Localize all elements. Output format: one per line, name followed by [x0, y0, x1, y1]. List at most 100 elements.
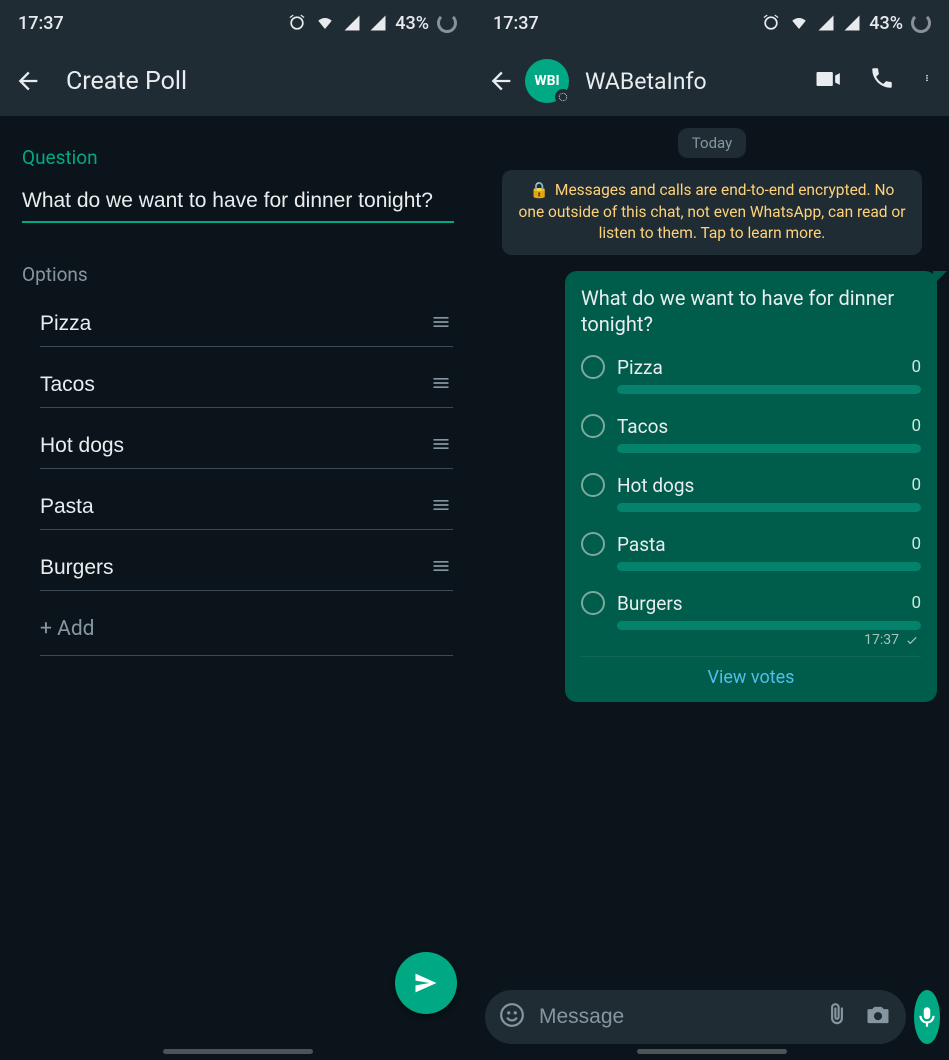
options-label: Options — [22, 263, 453, 286]
option-row — [40, 373, 453, 408]
drag-handle-icon[interactable] — [429, 434, 453, 458]
poll-bar — [617, 385, 921, 394]
message-box — [485, 990, 906, 1044]
radio-icon — [581, 591, 605, 615]
option-input[interactable] — [40, 434, 429, 458]
add-option-button[interactable]: + Add — [40, 617, 453, 656]
phone-icon — [869, 65, 895, 91]
video-icon — [813, 65, 841, 93]
radio-icon — [581, 414, 605, 438]
poll-option[interactable]: Hot dogs 0 — [581, 473, 921, 497]
poll-option-label: Burgers — [617, 592, 899, 615]
attach-button[interactable] — [824, 1002, 850, 1032]
camera-icon — [864, 1001, 892, 1029]
option-input[interactable] — [40, 373, 429, 397]
poll-option-count: 0 — [911, 593, 921, 613]
message-meta: 17:37 — [581, 632, 921, 648]
video-call-button[interactable] — [813, 65, 841, 97]
loading-ring-icon — [911, 13, 931, 33]
encryption-notice[interactable]: 🔒Messages and calls are end-to-end encry… — [502, 170, 922, 255]
lock-icon: 🔒 — [530, 180, 549, 202]
mic-button[interactable] — [914, 990, 940, 1044]
poll-option-label: Pizza — [617, 356, 899, 379]
signal-icon — [369, 14, 387, 32]
mic-icon — [914, 1004, 940, 1030]
page-title: Create Poll — [66, 67, 187, 96]
option-input[interactable] — [40, 556, 429, 580]
poll-option[interactable]: Burgers 0 — [581, 591, 921, 615]
poll-option-count: 0 — [911, 475, 921, 495]
option-input[interactable] — [40, 312, 429, 336]
signal-icon — [843, 14, 861, 32]
alarm-icon — [761, 13, 781, 33]
message-time: 17:37 — [864, 632, 899, 648]
drag-handle-icon[interactable] — [429, 556, 453, 580]
poll-option[interactable]: Pasta 0 — [581, 532, 921, 556]
signal-icon — [817, 14, 835, 32]
camera-button[interactable] — [864, 1001, 892, 1033]
status-time: 17:37 — [493, 13, 539, 34]
back-button[interactable] — [12, 65, 44, 97]
avatar-text: WBI — [534, 73, 559, 89]
contact-name[interactable]: WABetaInfo — [585, 68, 805, 95]
drag-handle-icon[interactable] — [429, 312, 453, 336]
more-button[interactable] — [923, 65, 931, 97]
emoji-button[interactable] — [499, 1002, 525, 1032]
poll-option-label: Hot dogs — [617, 474, 899, 497]
wifi-icon — [789, 14, 809, 32]
status-bar: 17:37 43% — [475, 0, 949, 46]
radio-icon — [581, 532, 605, 556]
chat-app-bar: WBI WABetaInfo — [475, 46, 949, 116]
paperclip-icon — [824, 1002, 850, 1028]
signal-icon — [343, 14, 361, 32]
poll-option-label: Pasta — [617, 533, 899, 556]
question-label: Question — [22, 146, 453, 169]
settings-dots-icon — [558, 92, 568, 102]
voice-call-button[interactable] — [869, 65, 895, 97]
poll-bar — [617, 621, 921, 630]
app-bar: Create Poll — [0, 46, 475, 116]
status-battery: 43% — [869, 13, 903, 34]
arrow-left-icon — [487, 67, 515, 95]
send-icon — [412, 969, 440, 997]
radio-icon — [581, 473, 605, 497]
emoji-icon — [499, 1002, 525, 1028]
status-icons: 43% — [761, 13, 931, 34]
drag-handle-icon[interactable] — [429, 495, 453, 519]
loading-ring-icon — [437, 13, 457, 33]
option-row — [40, 434, 453, 469]
poll-option[interactable]: Pizza 0 — [581, 355, 921, 379]
status-bar: 17:37 43% — [0, 0, 475, 46]
wifi-icon — [315, 14, 335, 32]
message-input[interactable] — [539, 1005, 810, 1029]
check-icon — [903, 633, 921, 647]
option-row — [40, 312, 453, 347]
poll-option-count: 0 — [911, 357, 921, 377]
option-input[interactable] — [40, 495, 429, 519]
date-chip: Today — [678, 128, 746, 158]
option-row — [40, 556, 453, 591]
contact-avatar[interactable]: WBI — [525, 59, 569, 103]
poll-option[interactable]: Tacos 0 — [581, 414, 921, 438]
nav-pill — [637, 1049, 787, 1054]
question-input[interactable] — [22, 183, 454, 223]
poll-option-label: Tacos — [617, 415, 899, 438]
option-row — [40, 495, 453, 530]
poll-message-bubble: What do we want to have for dinner tonig… — [565, 271, 937, 702]
alarm-icon — [287, 13, 307, 33]
arrow-left-icon — [14, 67, 42, 95]
back-button[interactable] — [485, 65, 517, 97]
radio-icon — [581, 355, 605, 379]
send-poll-button[interactable] — [395, 952, 457, 1014]
message-input-bar — [475, 990, 949, 1044]
poll-question: What do we want to have for dinner tonig… — [581, 285, 921, 337]
nav-pill — [163, 1049, 313, 1054]
poll-option-count: 0 — [911, 534, 921, 554]
poll-bar — [617, 503, 921, 512]
drag-handle-icon[interactable] — [429, 373, 453, 397]
view-votes-button[interactable]: View votes — [581, 656, 921, 692]
status-icons: 43% — [287, 13, 457, 34]
encryption-text: Messages and calls are end-to-end encryp… — [519, 181, 906, 242]
status-battery: 43% — [395, 13, 429, 34]
status-time: 17:37 — [18, 13, 64, 34]
